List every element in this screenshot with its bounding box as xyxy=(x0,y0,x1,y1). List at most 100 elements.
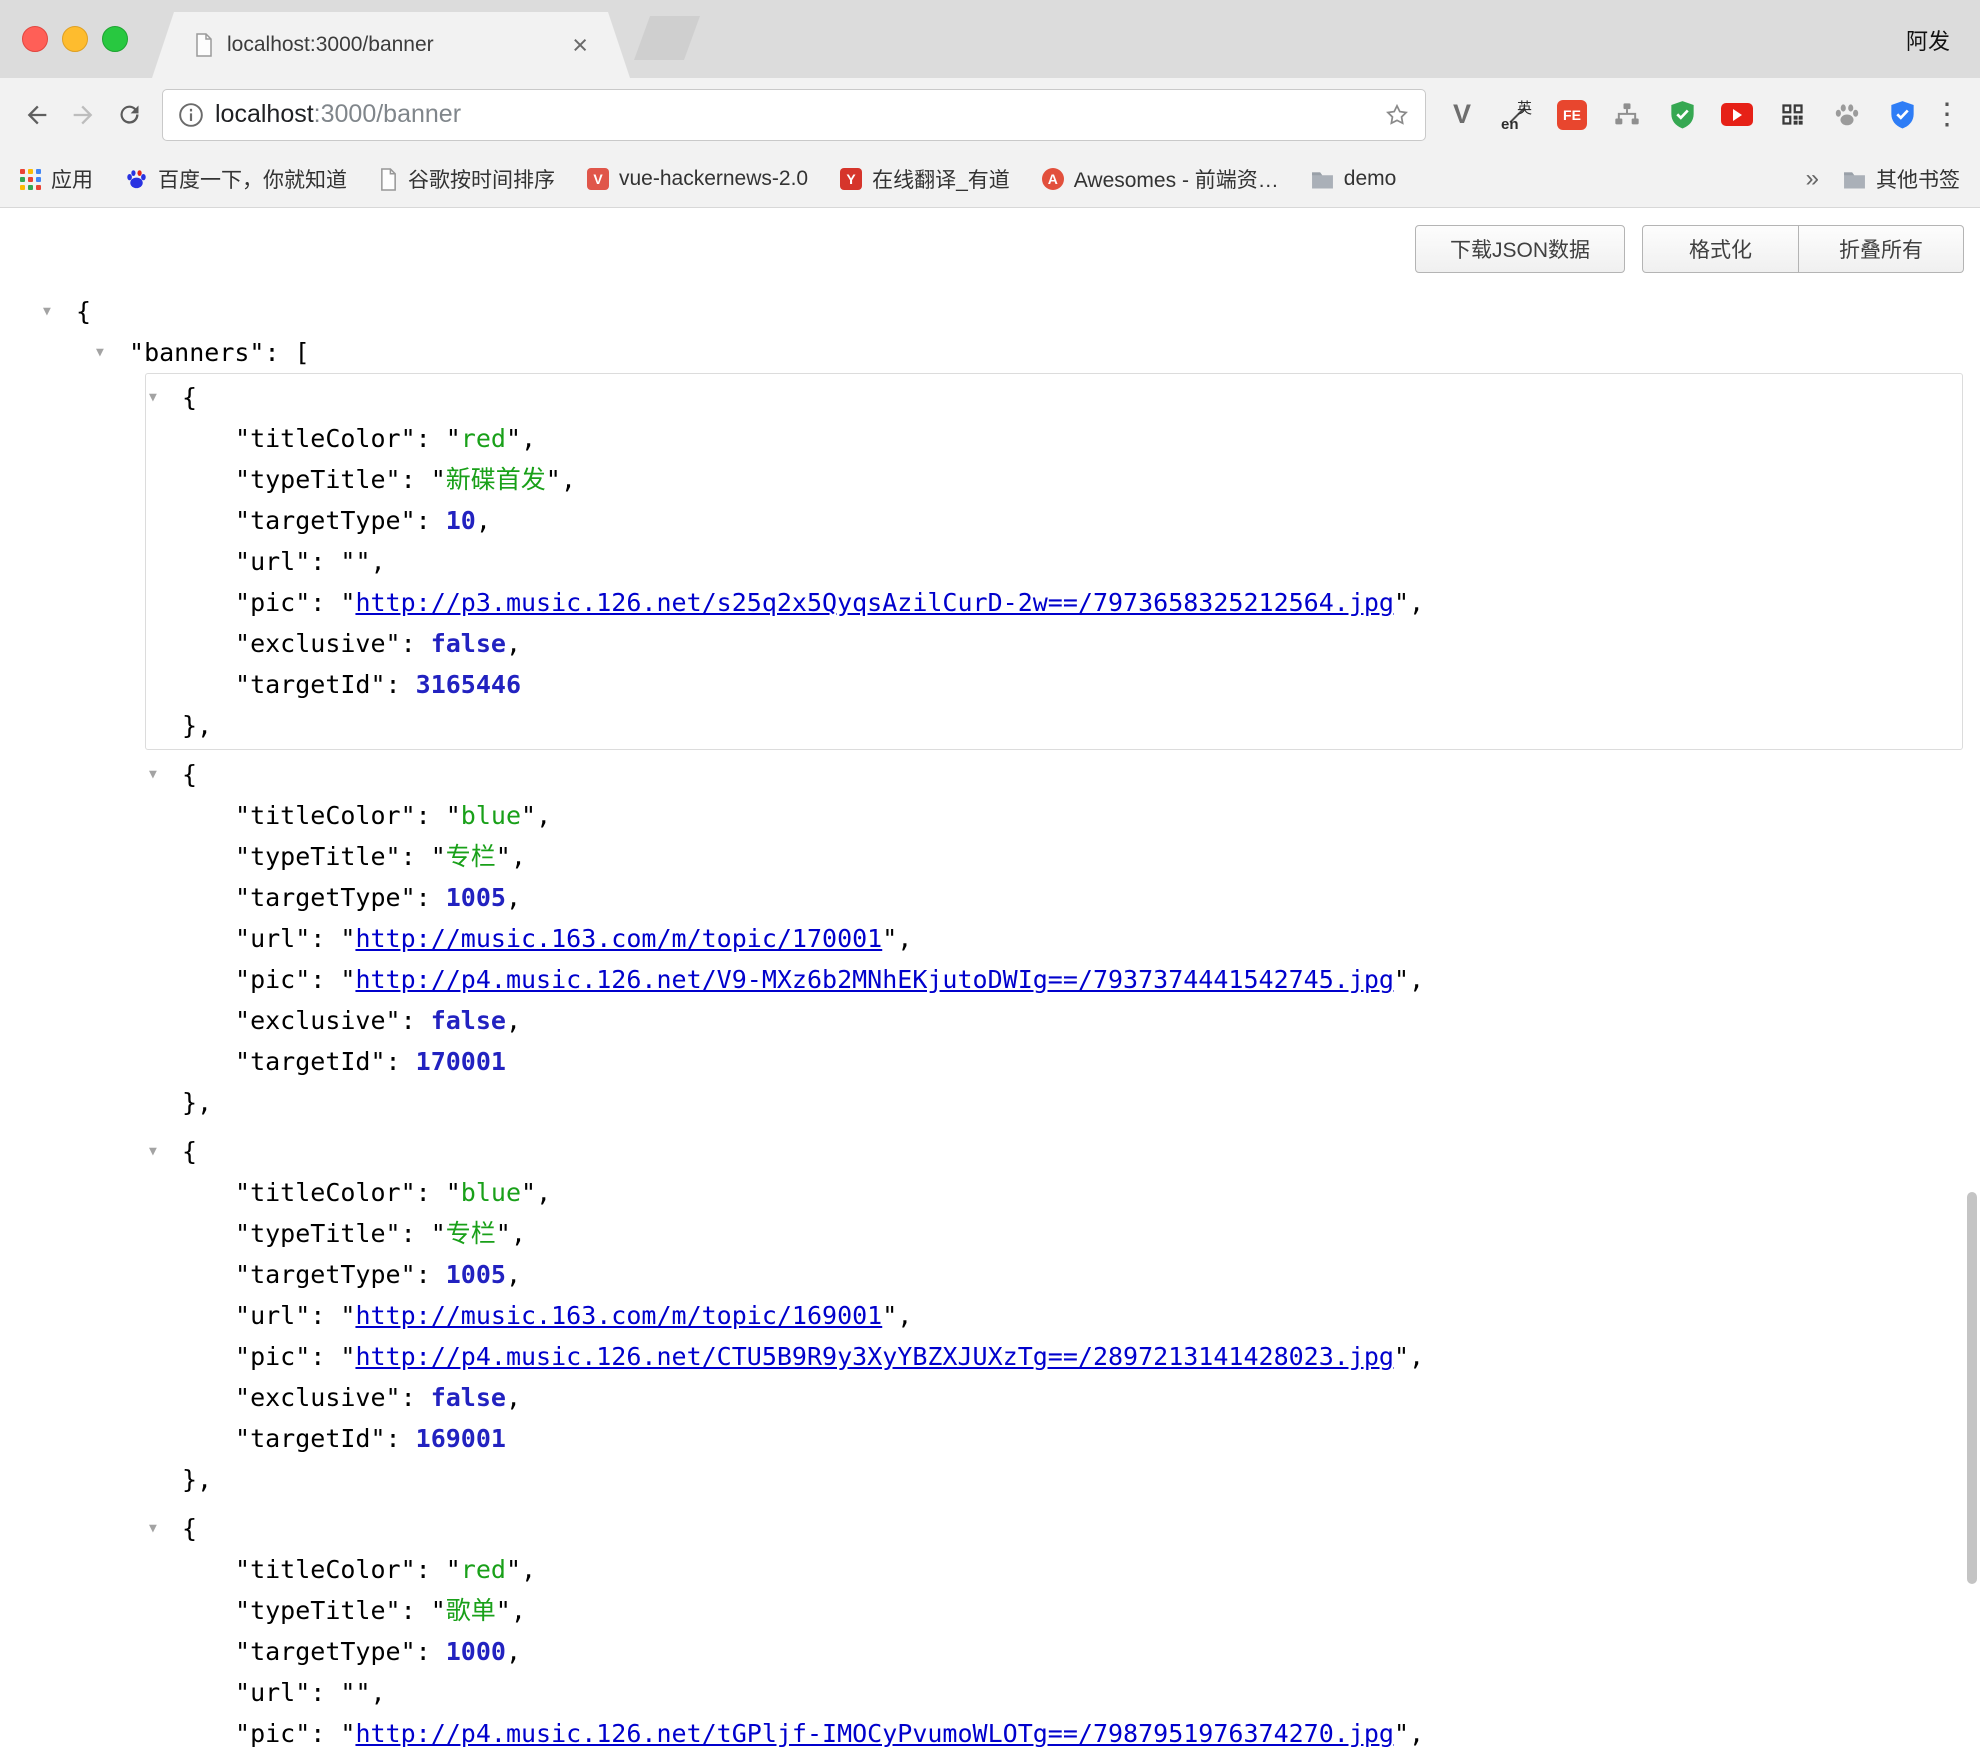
blue-shield-icon[interactable] xyxy=(1880,93,1924,137)
json-line: ▼{ xyxy=(146,377,1962,418)
json-line: }, xyxy=(146,1459,1962,1500)
json-line: "url": "http://music.163.com/m/topic/169… xyxy=(146,1295,1962,1336)
bookmarks-right: » 其他书签 xyxy=(1806,164,1960,194)
collapse-toggle-icon[interactable]: ▼ xyxy=(149,754,157,795)
info-icon[interactable] xyxy=(178,102,204,128)
bookmark-item[interactable]: 应用 xyxy=(20,164,93,194)
bookmarks-bar: 应用 百度一下，你就知道 谷歌按时间排序 Vvue-hackernews-2.0 Y在线… xyxy=(0,151,1980,208)
json-line: "titleColor": "blue", xyxy=(146,1172,1962,1213)
url-path: :3000/banner xyxy=(314,100,461,128)
json-line: "targetType": 1000, xyxy=(146,1631,1962,1672)
bookmark-label: 在线翻译_有道 xyxy=(872,164,1010,194)
back-button[interactable] xyxy=(14,92,60,138)
other-bookmarks-folder[interactable]: 其他书签 xyxy=(1843,164,1960,194)
json-link[interactable]: http://p3.music.126.net/s25q2x5QyqsAzilC… xyxy=(355,588,1394,617)
format-button[interactable]: 格式化 xyxy=(1642,225,1799,273)
bookmarks-overflow-button[interactable]: » xyxy=(1806,165,1819,193)
json-line: "targetType": 1005, xyxy=(146,877,1962,918)
page-icon xyxy=(194,33,214,57)
json-line: "pic": "http://p4.music.126.net/V9-MXz6b… xyxy=(146,959,1962,1000)
bookmark-item[interactable]: 百度一下，你就知道 xyxy=(125,164,347,194)
json-link[interactable]: http://p4.music.126.net/CTU5B9R9y3XyYBZX… xyxy=(355,1342,1394,1371)
bookmark-star-icon[interactable] xyxy=(1384,102,1410,128)
bookmark-item[interactable]: Vvue-hackernews-2.0 xyxy=(587,167,808,191)
json-line: "targetId": 170001 xyxy=(146,1041,1962,1082)
forward-button[interactable] xyxy=(60,92,106,138)
url-host: localhost xyxy=(215,100,314,128)
json-line: "url": "", xyxy=(146,541,1962,582)
url-text: localhost:3000/banner xyxy=(215,100,461,129)
json-line: "typeTitle": "新碟首发", xyxy=(146,459,1962,500)
bookmark-item[interactable]: Y在线翻译_有道 xyxy=(840,164,1010,194)
json-line: "targetType": 1005, xyxy=(146,1254,1962,1295)
json-line: ▼"banners": [ xyxy=(0,332,1980,373)
json-line: ▼{ xyxy=(146,1131,1962,1172)
bookmark-label: demo xyxy=(1344,167,1397,191)
close-window-button[interactable] xyxy=(22,26,48,52)
collapse-toggle-icon[interactable]: ▼ xyxy=(96,332,104,373)
json-link[interactable]: http://music.163.com/m/topic/169001 xyxy=(355,1301,882,1330)
json-line: "typeTitle": "专栏", xyxy=(146,836,1962,877)
zoom-window-button[interactable] xyxy=(102,26,128,52)
translate-pen-icon[interactable]: 英en xyxy=(1495,93,1539,137)
collapse-toggle-icon[interactable]: ▼ xyxy=(149,1131,157,1172)
json-link[interactable]: http://music.163.com/m/topic/170001 xyxy=(355,924,882,953)
json-line: "pic": "http://p4.music.126.net/CTU5B9R9… xyxy=(146,1336,1962,1377)
bookmark-label: Awesomes - 前端资… xyxy=(1074,164,1279,194)
collapse-toggle-icon[interactable]: ▼ xyxy=(43,291,51,332)
json-line: ▼{ xyxy=(146,754,1962,795)
json-line: "targetType": 10, xyxy=(146,500,1962,541)
json-line: "exclusive": false, xyxy=(146,1000,1962,1041)
collapse-all-button[interactable]: 折叠所有 xyxy=(1799,225,1964,273)
page-icon xyxy=(379,168,398,191)
fe-icon[interactable]: FE xyxy=(1550,93,1594,137)
apps-grid-icon xyxy=(20,169,41,190)
json-array-item-box: ▼{"titleColor": "red","typeTitle": "新碟首发… xyxy=(145,373,1963,750)
json-array-item-box: ▼{"titleColor": "blue","typeTitle": "专栏"… xyxy=(145,1127,1963,1504)
json-line: "titleColor": "red", xyxy=(146,1549,1962,1590)
qr-code-icon[interactable] xyxy=(1770,93,1814,137)
browser-tab[interactable]: localhost:3000/banner × xyxy=(152,12,630,78)
awesomes-a-icon: A xyxy=(1042,168,1064,190)
browser-menu-button[interactable]: ⋮ xyxy=(1928,97,1966,132)
reload-button[interactable] xyxy=(106,92,152,138)
bookmark-label: 谷歌按时间排序 xyxy=(408,164,555,194)
json-link[interactable]: http://p4.music.126.net/V9-MXz6b2MNhEKju… xyxy=(355,965,1394,994)
paw-icon[interactable] xyxy=(1825,93,1869,137)
address-bar[interactable]: localhost:3000/banner xyxy=(162,89,1426,141)
json-line: }, xyxy=(146,705,1962,746)
json-line: "exclusive": false, xyxy=(146,1377,1962,1418)
bookmark-label: vue-hackernews-2.0 xyxy=(619,167,808,191)
json-line: "targetId": 3165446 xyxy=(146,664,1962,705)
tab-close-icon[interactable]: × xyxy=(572,32,588,59)
vue-v-icon: V xyxy=(587,168,609,190)
green-shield-icon[interactable] xyxy=(1660,93,1704,137)
baidu-paw-icon xyxy=(125,168,148,191)
json-line: }, xyxy=(146,1082,1962,1123)
json-array-item-box: ▼{"titleColor": "red","typeTitle": "歌单",… xyxy=(145,1504,1963,1754)
json-line: "url": "http://music.163.com/m/topic/170… xyxy=(146,918,1962,959)
youtube-icon[interactable] xyxy=(1715,93,1759,137)
json-line: "targetId": 169001 xyxy=(146,1418,1962,1459)
minimize-window-button[interactable] xyxy=(62,26,88,52)
collapse-toggle-icon[interactable]: ▼ xyxy=(149,1508,157,1549)
org-chart-icon[interactable] xyxy=(1605,93,1649,137)
bookmark-item[interactable]: A Awesomes - 前端资… xyxy=(1042,164,1279,194)
bookmark-item[interactable]: 谷歌按时间排序 xyxy=(379,164,555,194)
collapse-toggle-icon[interactable]: ▼ xyxy=(149,377,157,418)
json-line: "url": "", xyxy=(146,1672,1962,1713)
scrollbar-thumb[interactable] xyxy=(1967,1192,1977,1584)
json-line: "titleColor": "blue", xyxy=(146,795,1962,836)
json-link[interactable]: http://p4.music.126.net/tGPljf-IMOCyPvum… xyxy=(355,1719,1394,1748)
browser-toolbar: localhost:3000/banner V英enFE ⋮ xyxy=(0,78,1980,151)
extensions-area: V英enFE xyxy=(1440,93,1924,137)
download-json-button[interactable]: 下载JSON数据 xyxy=(1415,225,1625,273)
json-line: "pic": "http://p4.music.126.net/tGPljf-I… xyxy=(146,1713,1962,1754)
json-tool-actions: 下载JSON数据 格式化 折叠所有 xyxy=(0,208,1980,273)
other-bookmarks-label: 其他书签 xyxy=(1876,164,1960,194)
bookmark-label: 应用 xyxy=(51,164,93,194)
new-tab-button[interactable] xyxy=(634,16,700,60)
vimium-icon[interactable]: V xyxy=(1440,93,1484,137)
bookmark-item[interactable]: demo xyxy=(1311,167,1397,191)
json-line: "pic": "http://p3.music.126.net/s25q2x5Q… xyxy=(146,582,1962,623)
